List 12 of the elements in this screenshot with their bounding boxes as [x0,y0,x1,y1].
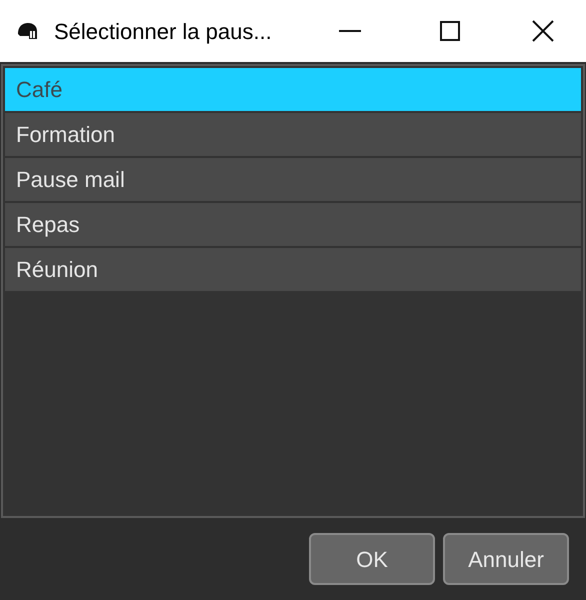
minimize-icon [339,30,361,32]
close-icon [532,20,554,42]
maximize-icon [440,21,460,41]
dialog-button[interactable]: Annuler [443,533,569,585]
list-item[interactable]: Formation [5,113,581,156]
list-item[interactable]: Café [5,68,581,111]
window-title: Sélectionner la paus... [54,18,272,46]
dialog-button[interactable]: OK [309,533,435,585]
list-item[interactable]: Réunion [5,248,581,291]
list-item[interactable]: Repas [5,203,581,246]
list-item[interactable]: Pause mail [5,158,581,201]
app-icon [17,22,39,40]
